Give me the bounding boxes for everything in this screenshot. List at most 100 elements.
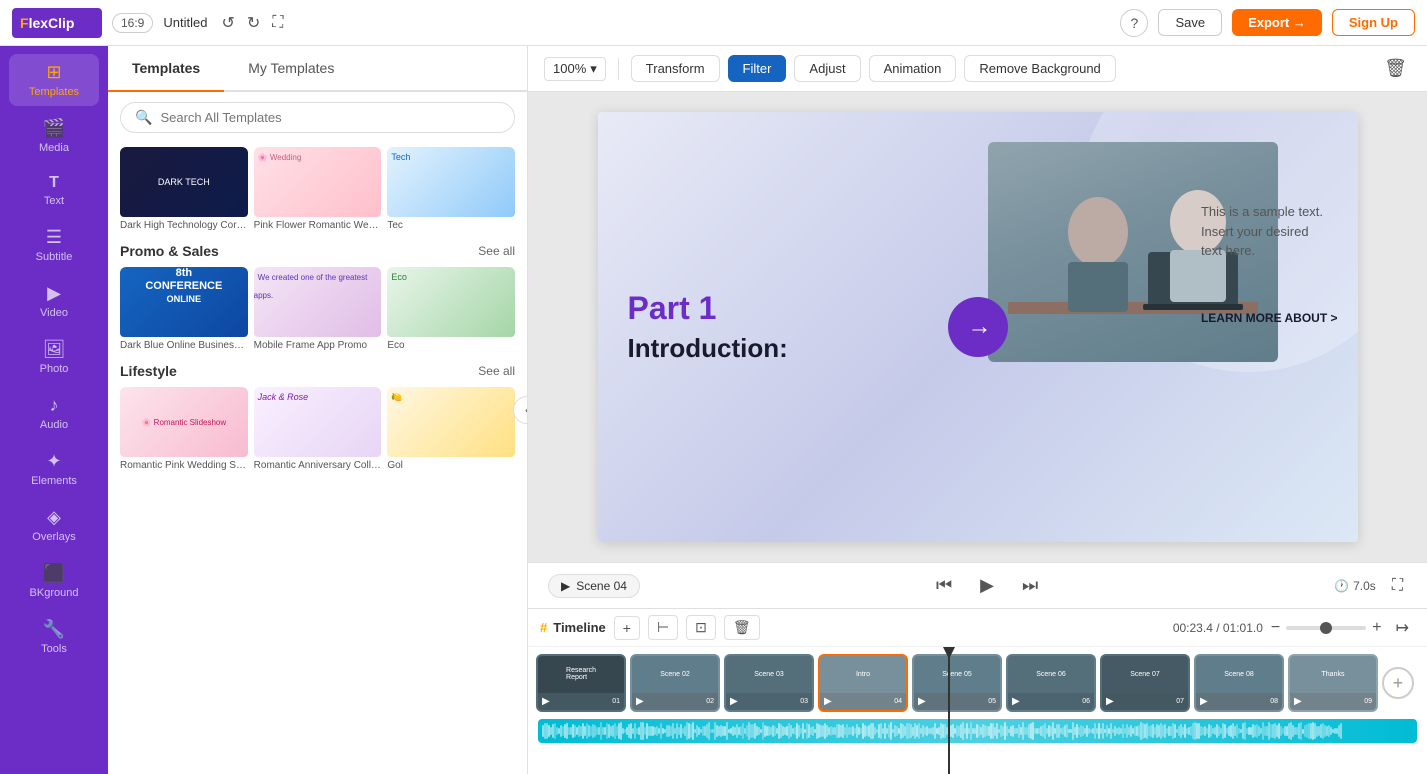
zoom-out-button[interactable]: −: [1271, 619, 1280, 637]
save-button[interactable]: Save: [1158, 9, 1222, 36]
sidebar-item-templates[interactable]: ⊞ Templates: [9, 54, 99, 106]
promo-see-all[interactable]: See all: [478, 244, 515, 258]
bkground-icon: ⬛: [43, 563, 65, 584]
clip-1-thumb: ResearchReport ▶ 01: [538, 656, 624, 710]
timeline-clip-8[interactable]: Scene 08 ▶ 08: [1194, 654, 1284, 712]
template-thumb-dark-tech: DARK TECH: [120, 147, 248, 217]
template-card-floral[interactable]: 🌸 Romantic Slideshow Romantic Pink Weddi…: [120, 387, 248, 471]
sidebar-item-elements[interactable]: ✦ Elements: [9, 443, 99, 495]
template-card-conference[interactable]: 8thCONFERENCEONLINE Dark Blue Online Bus…: [120, 267, 248, 351]
promo-templates-grid: 8thCONFERENCEONLINE Dark Blue Online Bus…: [120, 267, 515, 351]
timeline-clip-1[interactable]: ResearchReport ▶ 01: [536, 654, 626, 712]
delete-clip-button[interactable]: 🗑: [724, 615, 760, 640]
panel-content: DARK TECH Dark High Technology Corporate…: [108, 143, 527, 774]
sidebar-item-label: BKground: [30, 587, 79, 599]
export-button[interactable]: Export →: [1232, 9, 1322, 36]
top-templates-grid: DARK TECH Dark High Technology Corporate…: [120, 147, 515, 231]
audio-waveform[interactable]: [538, 719, 1417, 743]
promo-section-title: Promo & Sales: [120, 243, 219, 259]
tab-my-templates[interactable]: My Templates: [224, 46, 358, 92]
template-card-eco[interactable]: Eco Eco: [387, 267, 515, 351]
timeline-clip-2[interactable]: Scene 02 ▶ 02: [630, 654, 720, 712]
animation-button[interactable]: Animation: [869, 55, 957, 82]
lifestyle-see-all[interactable]: See all: [478, 364, 515, 378]
split-button[interactable]: ⊢: [648, 615, 678, 640]
tab-templates[interactable]: Templates: [108, 46, 224, 92]
sidebar-item-media[interactable]: 🎬 Media: [9, 110, 99, 162]
search-bar: 🔍: [108, 92, 527, 143]
sidebar-item-photo[interactable]: 🖼 Photo: [9, 331, 99, 383]
topbar-icons: ↺ ↻ ⛶: [217, 9, 287, 37]
template-thumb-gold: 🍋: [387, 387, 515, 457]
zoom-in-button[interactable]: +: [1372, 619, 1381, 637]
photo-icon: 🖼: [43, 339, 66, 360]
play-icon-small: ▶: [561, 579, 570, 593]
templates-icon: ⊞: [46, 62, 61, 83]
timeline-clip-3[interactable]: Scene 03 ▶ 03: [724, 654, 814, 712]
zoom-slider[interactable]: [1286, 626, 1366, 630]
media-icon: 🎬: [43, 118, 65, 139]
sidebar-item-label: Photo: [40, 363, 69, 375]
skip-back-button[interactable]: ⏮: [928, 571, 960, 600]
zoom-control[interactable]: 100% ▾: [544, 57, 606, 81]
canvas-fullscreen-button[interactable]: ⛶: [1388, 573, 1407, 599]
clip-1-number: 01: [612, 698, 620, 705]
sidebar-item-tools[interactable]: 🔧 Tools: [9, 611, 99, 663]
remove-bg-button[interactable]: Remove Background: [964, 55, 1115, 82]
timeline-title: Timeline: [553, 620, 606, 635]
template-card-app-promo[interactable]: We created one of the greatest apps. Mob…: [254, 267, 382, 351]
zoom-thumb[interactable]: [1320, 622, 1332, 634]
sidebar-item-video[interactable]: ▶ Video: [9, 275, 99, 327]
sidebar: ⊞ Templates 🎬 Media T Text ☰ Subtitle ▶ …: [0, 46, 108, 774]
template-name-app-promo: Mobile Frame App Promo: [254, 340, 382, 351]
template-name-tec: Tec: [387, 220, 515, 231]
template-card-gold[interactable]: 🍋 Gol: [387, 387, 515, 471]
clip-1-play-icon: ▶: [542, 696, 550, 707]
redo-button[interactable]: ↻: [243, 9, 264, 37]
timeline-clip-4[interactable]: Intro ▶ 04: [818, 654, 908, 712]
template-card-tec[interactable]: Tech Tec: [387, 147, 515, 231]
sidebar-item-overlays[interactable]: ◈ Overlays: [9, 499, 99, 551]
time-value: 7.0s: [1353, 579, 1376, 593]
template-card-dark-tech[interactable]: DARK TECH Dark High Technology Corporate…: [120, 147, 248, 231]
audio-row: [538, 717, 1417, 745]
ratio-badge[interactable]: 16:9: [112, 13, 153, 33]
add-clip-button[interactable]: +: [1382, 667, 1414, 699]
search-input[interactable]: [160, 110, 500, 125]
template-card-pink-flower[interactable]: 🌸 Wedding Pink Flower Romantic Wedding .…: [254, 147, 382, 231]
timeline-clip-6[interactable]: Scene 06 ▶ 06: [1006, 654, 1096, 712]
delete-button[interactable]: 🗑: [1380, 54, 1411, 83]
help-button[interactable]: ?: [1120, 9, 1148, 37]
signup-button[interactable]: Sign Up: [1332, 9, 1415, 36]
adjust-button[interactable]: Adjust: [794, 55, 860, 82]
timeline-clip-7[interactable]: Scene 07 ▶ 07: [1100, 654, 1190, 712]
transform-button[interactable]: Transform: [631, 55, 720, 82]
clip-1-preview: ResearchReport: [538, 656, 624, 693]
sidebar-item-subtitle[interactable]: ☰ Subtitle: [9, 219, 99, 271]
timeline-clip-5[interactable]: Scene 05 ▶ 05: [912, 654, 1002, 712]
template-card-wedding[interactable]: Jack & Rose Romantic Anniversary Collage…: [254, 387, 382, 471]
sidebar-item-bkground[interactable]: ⬛ BKground: [9, 555, 99, 607]
skip-forward-button[interactable]: ⏭: [1014, 571, 1046, 600]
time-display: 🕐 7.0s: [1334, 579, 1376, 593]
sidebar-item-audio[interactable]: ♪ Audio: [9, 387, 99, 439]
center-area: 100% ▾ Transform Filter Adjust Animation…: [528, 46, 1427, 774]
template-name-gold: Gol: [387, 460, 515, 471]
add-scene-button[interactable]: +: [614, 616, 640, 640]
duplicate-button[interactable]: ⊡: [686, 615, 716, 640]
overlays-icon: ◈: [47, 507, 61, 528]
timeline-clip-9[interactable]: Thanks ▶ 09: [1288, 654, 1378, 712]
undo-button[interactable]: ↺: [217, 9, 238, 37]
main-layout: ⊞ Templates 🎬 Media T Text ☰ Subtitle ▶ …: [0, 46, 1427, 774]
logo[interactable]: FlexClip: [12, 8, 102, 38]
timeline-end-button[interactable]: ↦: [1390, 616, 1415, 640]
tools-icon: 🔧: [43, 619, 65, 640]
play-pause-button[interactable]: ▶: [972, 571, 1002, 600]
play-arrow-icon: →: [968, 313, 992, 341]
timeline-time-position: 00:23.4 / 01:01.0: [1173, 621, 1263, 635]
template-thumb-app-promo: We created one of the greatest apps.: [254, 267, 382, 337]
filter-button[interactable]: Filter: [728, 55, 787, 82]
fullscreen-button[interactable]: ⛶: [268, 9, 287, 37]
play-button-overlay[interactable]: →: [948, 297, 1008, 357]
sidebar-item-text[interactable]: T Text: [9, 166, 99, 215]
